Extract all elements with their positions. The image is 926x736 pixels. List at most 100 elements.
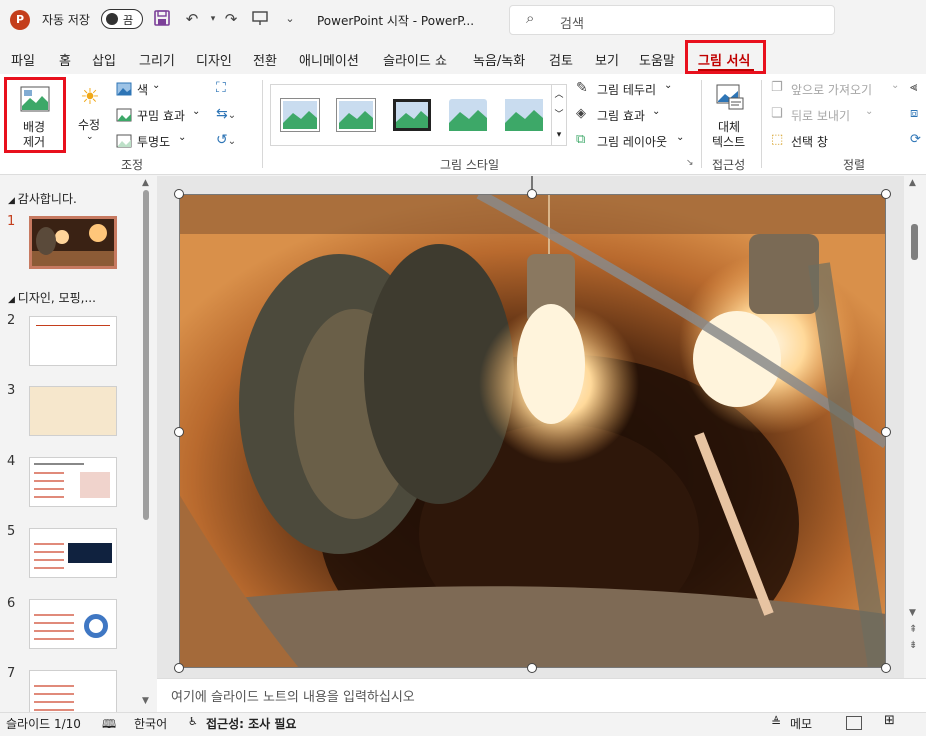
- slide-thumbnail-5[interactable]: [29, 528, 117, 578]
- style-thumbnail[interactable]: [505, 99, 543, 131]
- resize-handle[interactable]: [174, 427, 184, 437]
- change-picture-icon[interactable]: ⇆⌄: [216, 106, 250, 126]
- artistic-effects-icon: [116, 108, 132, 122]
- color-icon: [116, 82, 132, 96]
- sun-icon: ☀: [80, 85, 100, 110]
- tab-design[interactable]: 디자인: [196, 50, 232, 69]
- powerpoint-logo-icon: P: [10, 10, 30, 30]
- redo-icon[interactable]: ↷: [221, 9, 241, 29]
- tab-home[interactable]: 홈: [59, 50, 71, 69]
- transparency-button[interactable]: 투명도 ⌄: [116, 132, 216, 152]
- corrections-button[interactable]: ☀ 수정 ⌄: [72, 80, 108, 150]
- picture-layout-button[interactable]: ⧉ 그림 레이아웃 ⌄: [576, 132, 692, 152]
- tab-review[interactable]: 검토: [549, 50, 573, 69]
- search-box[interactable]: ⌕ 검색: [509, 5, 835, 35]
- normal-view-icon[interactable]: [846, 716, 862, 730]
- spellcheck-icon[interactable]: 🕮: [102, 715, 116, 736]
- tab-help[interactable]: 도움말: [639, 50, 675, 69]
- slide-thumbnail-2[interactable]: [29, 316, 117, 366]
- resize-handle[interactable]: [174, 189, 184, 199]
- scroll-down-icon[interactable]: ▼: [909, 608, 916, 618]
- section-header-1[interactable]: ◢ 감사합니다.: [8, 190, 77, 207]
- slide-number: 1: [7, 214, 16, 229]
- slide-thumbnail-6[interactable]: [29, 599, 117, 649]
- bring-forward-icon: ❐: [771, 80, 783, 95]
- customize-qat-icon[interactable]: ⌄: [280, 9, 300, 29]
- artistic-effects-button[interactable]: 꾸밈 효과 ⌄: [116, 106, 216, 126]
- notes-toggle[interactable]: 메모: [790, 715, 812, 732]
- left-scrollbar-thumb[interactable]: [143, 190, 149, 520]
- compress-pictures-icon[interactable]: ⛶: [216, 80, 236, 100]
- picture-effects-button[interactable]: ◈ 그림 효과 ⌄: [576, 106, 686, 126]
- reset-picture-icon[interactable]: ↺⌄: [216, 132, 250, 152]
- language-indicator[interactable]: 한국어: [134, 715, 167, 732]
- chevron-down-icon: ⌄: [865, 106, 874, 117]
- previous-slide-icon[interactable]: ⇞: [909, 624, 917, 635]
- gallery-scroll[interactable]: ︿ ﹀ ▾: [551, 84, 567, 146]
- style-thumbnail[interactable]: [393, 99, 431, 131]
- autosave-toggle[interactable]: 끔: [101, 9, 143, 29]
- picture-border-button[interactable]: ✎ 그림 테두리 ⌄: [576, 80, 686, 100]
- highlight-box-remove-background: [4, 77, 66, 153]
- scroll-down-icon[interactable]: ▼: [142, 696, 149, 706]
- style-thumbnail[interactable]: [281, 99, 319, 131]
- slide-editor: [157, 176, 904, 678]
- slide-sorter-icon[interactable]: ⊞: [884, 713, 895, 728]
- style-thumbnail[interactable]: [449, 99, 487, 131]
- style-thumbnail[interactable]: [337, 99, 375, 131]
- slide-thumbnail-3[interactable]: [29, 386, 117, 436]
- alt-text-icon: [716, 84, 744, 110]
- resize-handle[interactable]: [881, 189, 891, 199]
- tab-transitions[interactable]: 전환: [253, 50, 277, 69]
- thumbnail-list: [34, 685, 74, 711]
- tab-animations[interactable]: 애니메이션: [299, 50, 359, 69]
- undo-icon[interactable]: ↶: [182, 9, 202, 29]
- present-icon[interactable]: [250, 9, 270, 29]
- picture-styles-group-label: 그림 스타일: [440, 158, 500, 172]
- resize-handle[interactable]: [527, 189, 537, 199]
- notes-icon: ≜: [771, 715, 782, 729]
- thumbnail-list: [34, 472, 64, 498]
- accessibility-status[interactable]: 접근성: 조사 필요: [206, 715, 296, 732]
- selection-pane-button[interactable]: ⬚ 선택 창: [771, 132, 901, 152]
- slide-thumbnail-4[interactable]: [29, 457, 117, 507]
- align-icon[interactable]: ⫷: [910, 80, 926, 100]
- tab-view[interactable]: 보기: [595, 50, 619, 69]
- resize-handle[interactable]: [527, 663, 537, 673]
- tab-insert[interactable]: 삽입: [92, 50, 116, 69]
- dialog-launcher-icon[interactable]: ↘: [686, 158, 694, 168]
- slide-number: 7: [7, 666, 16, 681]
- scroll-up-icon[interactable]: ▲: [909, 178, 916, 188]
- slide-thumbnail-1[interactable]: [29, 216, 117, 269]
- tab-file[interactable]: 파일: [11, 50, 35, 69]
- resize-handle[interactable]: [881, 663, 891, 673]
- save-icon[interactable]: [152, 9, 172, 29]
- color-button[interactable]: 색 ⌄: [116, 80, 216, 100]
- right-scrollbar[interactable]: ▲ ▼ ⇞ ⇟: [904, 176, 926, 678]
- highlight-box-picture-format: [685, 40, 766, 74]
- rotate-icon[interactable]: ⟳: [910, 132, 926, 152]
- section-header-2[interactable]: ◢ 디자인, 모핑,...: [8, 289, 96, 306]
- search-icon: ⌕: [526, 9, 535, 27]
- tab-record[interactable]: 녹음/녹화: [473, 50, 525, 69]
- tab-draw[interactable]: 그리기: [139, 50, 175, 69]
- next-slide-icon[interactable]: ⇟: [909, 640, 917, 651]
- tab-slideshow[interactable]: 슬라이드 쇼: [383, 50, 447, 69]
- scroll-up-icon[interactable]: ▲: [142, 178, 149, 188]
- resize-handle[interactable]: [881, 427, 891, 437]
- slide-number: 2: [7, 313, 16, 328]
- notes-pane[interactable]: 여기에 슬라이드 노트의 내용을 입력하십시오: [157, 678, 926, 712]
- chevron-down-icon: ⌄: [652, 106, 661, 117]
- right-scrollbar-thumb[interactable]: [911, 224, 918, 260]
- send-backward-button[interactable]: ❏ 뒤로 보내기 ⌄: [771, 106, 901, 126]
- adjust-group-label: 조정: [121, 158, 144, 172]
- alt-text-button[interactable]: 대체 텍스트: [708, 80, 752, 150]
- thumbnail-list: [34, 543, 64, 569]
- undo-dropdown-icon[interactable]: ▾: [203, 9, 223, 29]
- accessibility-icon: ♿: [188, 715, 198, 728]
- bring-forward-button[interactable]: ❐ 앞으로 가져오기 ⌄: [771, 80, 901, 100]
- picture-styles-gallery[interactable]: [270, 84, 567, 146]
- autosave-label: 자동 저장: [42, 13, 90, 27]
- group-icon[interactable]: ⧈: [910, 106, 926, 126]
- resize-handle[interactable]: [174, 663, 184, 673]
